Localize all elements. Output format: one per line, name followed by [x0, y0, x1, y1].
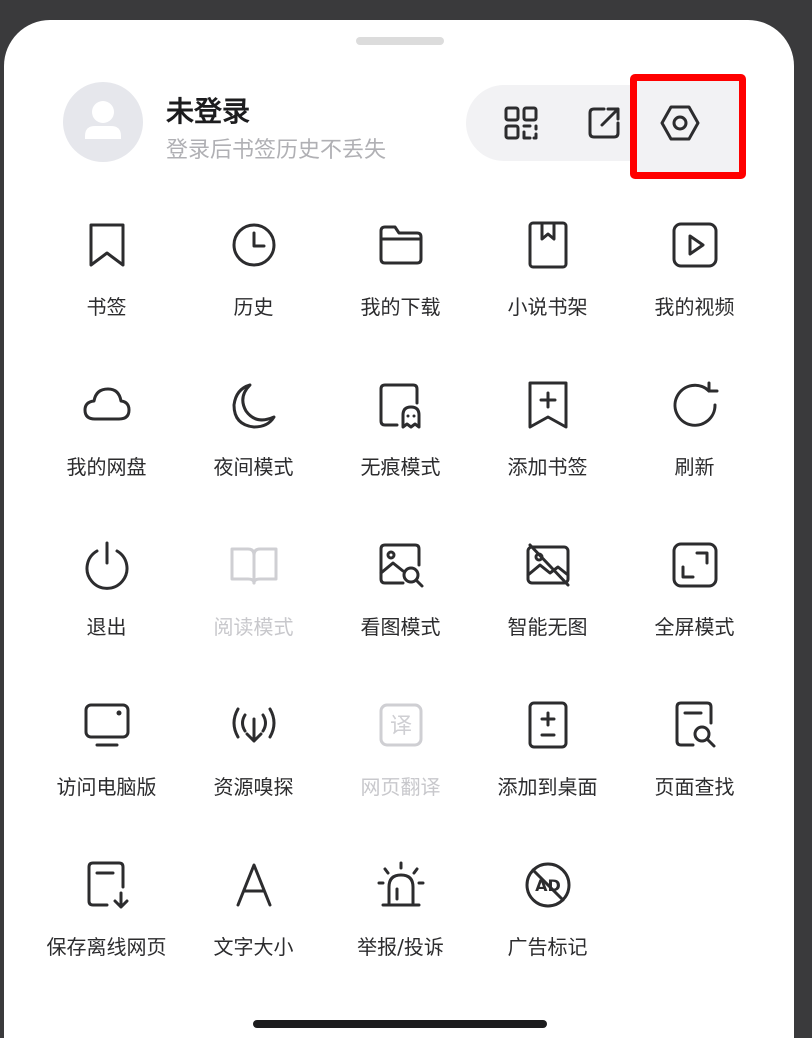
add-desktop-icon: [528, 701, 568, 749]
translate-icon: 译: [379, 703, 423, 747]
menu-item-my-videos[interactable]: 我的视频: [621, 205, 768, 365]
cloud-icon: [83, 387, 131, 421]
menu-item-label: 页面查找: [654, 775, 735, 799]
menu-item-history[interactable]: 历史: [180, 205, 327, 365]
ad-block-icon: AD: [525, 862, 571, 908]
menu-item-resource-sniffer[interactable]: 资源嗅探: [180, 685, 327, 845]
menu-item-label: 广告标记: [507, 935, 588, 959]
menu-item-add-bookmark[interactable]: 添加书签: [474, 365, 621, 525]
user-subtitle[interactable]: 登录后书签历史不丢失: [166, 132, 386, 164]
menu-item-no-image[interactable]: 智能无图: [474, 525, 621, 685]
page-search-icon: [675, 701, 716, 748]
menu-item-label: 添加书签: [507, 455, 588, 479]
scan-button[interactable]: [481, 85, 561, 161]
menu-item-label: 阅读模式: [213, 615, 294, 639]
menu-item-label: 夜间模式: [213, 455, 294, 479]
scan-icon: [504, 106, 538, 140]
refresh-icon: [673, 381, 719, 427]
moon-icon: [232, 383, 276, 429]
menu-item-label: 资源嗅探: [213, 775, 294, 799]
menu-item-label: 历史: [233, 295, 274, 319]
desktop-icon: [84, 703, 130, 747]
avatar[interactable]: [63, 82, 143, 162]
settings-button[interactable]: [640, 85, 720, 161]
home-indicator: [253, 1020, 547, 1028]
menu-item-label: 我的网盘: [66, 455, 147, 479]
menu-grid: 书签 历史 我的下载 小说书架 我的视频 我的网盘 夜间模式 无痕模式 添加书签…: [33, 205, 768, 1005]
menu-item-find-in-page[interactable]: 页面查找: [621, 685, 768, 845]
menu-item-downloads[interactable]: 我的下载: [327, 205, 474, 365]
settings-icon: [660, 105, 700, 141]
save-offline-icon: [87, 861, 129, 909]
menu-item-label: 我的视频: [654, 295, 735, 319]
menu-item-refresh[interactable]: 刷新: [621, 365, 768, 525]
font-size-icon: [236, 863, 272, 907]
no-image-icon: [526, 543, 570, 587]
svg-text:译: 译: [390, 714, 412, 739]
menu-item-save-offline[interactable]: 保存离线网页: [33, 845, 180, 1005]
menu-item-label: 保存离线网页: [46, 935, 167, 959]
menu-item-label: 智能无图: [507, 615, 588, 639]
menu-item-label: 看图模式: [360, 615, 441, 639]
menu-item-add-to-desktop[interactable]: 添加到桌面: [474, 685, 621, 845]
video-icon: [672, 222, 718, 268]
sniff-icon: [232, 707, 276, 743]
ghost-icon: [379, 383, 421, 429]
menu-item-exit[interactable]: 退出: [33, 525, 180, 685]
menu-item-cloud-drive[interactable]: 我的网盘: [33, 365, 180, 525]
open-book-icon: [230, 547, 278, 585]
drag-handle[interactable]: [356, 37, 444, 45]
menu-sheet: 未登录 登录后书签历史不丢失 书签 历史 我的下载 小说书架 我的视频 我的网盘…: [4, 20, 794, 1038]
menu-item-label: 访问电脑版: [56, 775, 157, 799]
clock-icon: [232, 223, 276, 267]
menu-item-label: 书签: [86, 295, 127, 319]
menu-item-image-mode[interactable]: 看图模式: [327, 525, 474, 685]
menu-item-fullscreen[interactable]: 全屏模式: [621, 525, 768, 685]
menu-item-incognito[interactable]: 无痕模式: [327, 365, 474, 525]
bookmark-icon: [89, 223, 125, 267]
menu-item-label: 小说书架: [507, 295, 588, 319]
book-shelf-icon: [528, 221, 568, 269]
menu-item-font-size[interactable]: 文字大小: [180, 845, 327, 1005]
menu-item-label: 网页翻译: [360, 775, 441, 799]
menu-item-label: 无痕模式: [360, 455, 441, 479]
menu-item-label: 添加到桌面: [497, 775, 598, 799]
menu-item-night-mode[interactable]: 夜间模式: [180, 365, 327, 525]
menu-item-translate[interactable]: 译 网页翻译: [327, 685, 474, 845]
user-name[interactable]: 未登录: [166, 90, 250, 130]
folder-icon: [379, 225, 423, 265]
user-icon: [85, 101, 121, 139]
menu-item-label: 全屏模式: [654, 615, 735, 639]
menu-item-novel-shelf[interactable]: 小说书架: [474, 205, 621, 365]
fullscreen-icon: [672, 542, 718, 588]
menu-item-label: 我的下载: [360, 295, 441, 319]
alarm-icon: [377, 861, 425, 907]
menu-item-label: 退出: [86, 615, 127, 639]
menu-item-reading-mode[interactable]: 阅读模式: [180, 525, 327, 685]
share-icon: [588, 107, 620, 139]
menu-item-label: 文字大小: [213, 935, 294, 959]
menu-item-report[interactable]: 举报/投诉: [327, 845, 474, 1005]
add-bookmark-icon: [528, 381, 568, 429]
menu-item-ad-mark[interactable]: AD 广告标记: [474, 845, 621, 1005]
menu-item-desktop-site[interactable]: 访问电脑版: [33, 685, 180, 845]
image-search-icon: [379, 543, 424, 588]
menu-item-label: 举报/投诉: [357, 935, 444, 959]
menu-item-label: 刷新: [674, 455, 715, 479]
power-icon: [85, 541, 129, 590]
menu-item-bookmarks[interactable]: 书签: [33, 205, 180, 365]
